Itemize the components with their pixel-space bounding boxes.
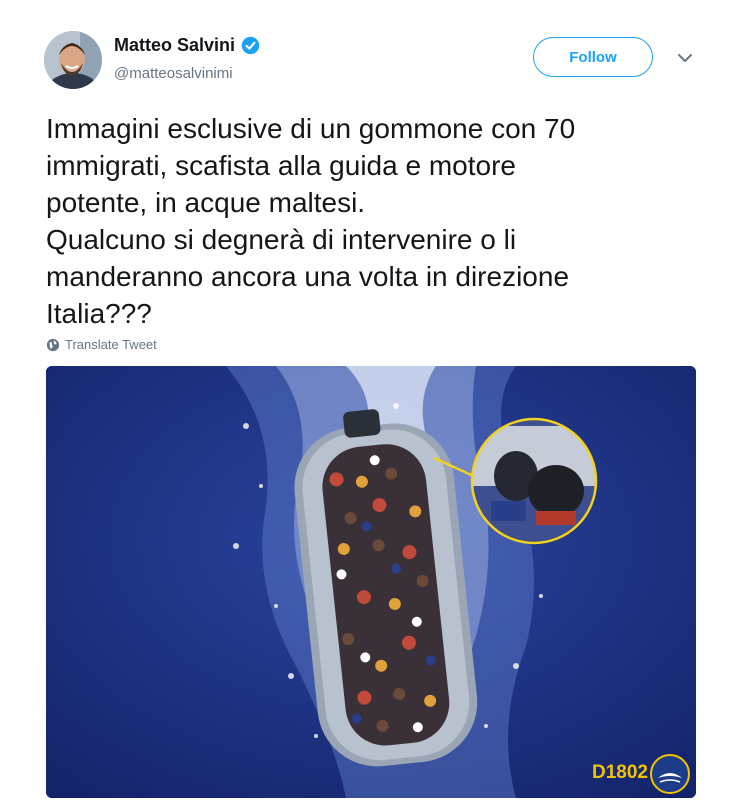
tweet-text-line: Immagini esclusive di un gommone con 70 <box>46 113 576 144</box>
outboard-motor <box>343 409 381 438</box>
globe-icon <box>46 338 60 351</box>
translate-tweet-link[interactable]: Translate Tweet <box>46 337 157 352</box>
translate-tweet-label: Translate Tweet <box>65 337 157 352</box>
tweet-text-line: potente, in acque maltesi. <box>46 187 366 218</box>
tweet-text-line: manderanno ancora una volta in direzione <box>46 261 570 292</box>
avatar[interactable] <box>44 31 102 89</box>
chevron-down-icon[interactable] <box>677 52 693 64</box>
author-row: Matteo Salvini <box>114 35 260 56</box>
tweet-text-line: immigrati, scafista alla guida e motore <box>46 150 516 181</box>
verified-badge-icon <box>241 36 260 55</box>
emblem-logo-icon <box>650 754 690 794</box>
boat-photo <box>46 366 696 798</box>
author-handle[interactable]: @matteosalvinimi <box>114 65 233 82</box>
tweet-text-line: Qualcuno si degnerà di intervenire o li <box>46 224 517 255</box>
tweet-media-image[interactable]: D1802 <box>46 366 696 798</box>
image-caption-code: D1802 <box>592 762 648 783</box>
tweet-text-line: Italia??? <box>46 298 152 329</box>
tweet-text: Immagini esclusive di un gommone con 70 … <box>46 110 696 332</box>
follow-button[interactable]: Follow <box>533 37 653 77</box>
author-name[interactable]: Matteo Salvini <box>114 35 235 56</box>
